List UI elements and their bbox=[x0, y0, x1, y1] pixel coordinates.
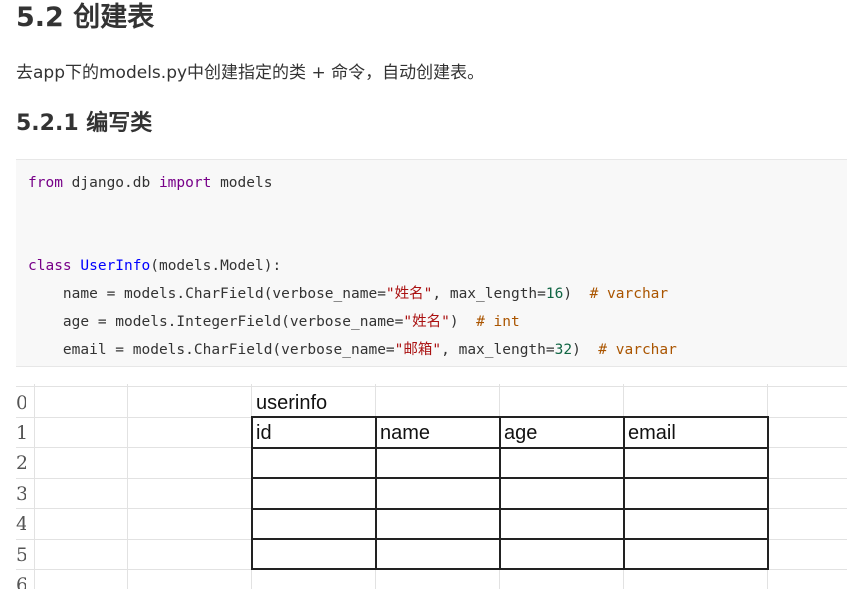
code-line-3: name = models.CharField(verbose_name="姓名… bbox=[28, 284, 668, 304]
number-literal: 32 bbox=[554, 342, 573, 358]
code-text: email = models.CharField(verbose_name= bbox=[28, 342, 395, 358]
column-header: id bbox=[256, 422, 272, 444]
subsection-heading: 5.2.1 编写类 bbox=[16, 111, 153, 136]
code-text: , max_length= bbox=[432, 286, 546, 302]
table-border bbox=[623, 416, 625, 570]
string-literal: "邮箱" bbox=[394, 342, 442, 358]
row-number: 5 bbox=[16, 544, 26, 566]
code-text: , max_length= bbox=[441, 342, 555, 358]
row-number: 4 bbox=[16, 513, 26, 535]
grid-line bbox=[34, 384, 35, 589]
code-line-4: age = models.IntegerField(verbose_name="… bbox=[28, 312, 520, 332]
code-text: name = models.CharField(verbose_name= bbox=[28, 286, 386, 302]
code-text: (models.Model): bbox=[150, 258, 282, 274]
table-title: userinfo bbox=[256, 392, 328, 414]
keyword: class bbox=[28, 258, 72, 274]
code-block: from django.db import models class UserI… bbox=[16, 159, 847, 367]
string-literal: "姓名" bbox=[403, 314, 450, 330]
row-number: 2 bbox=[16, 452, 26, 474]
grid-line bbox=[127, 384, 128, 589]
column-header: name bbox=[380, 422, 431, 444]
string-literal: "姓名" bbox=[385, 286, 433, 302]
code-text: ) bbox=[572, 342, 599, 358]
section-heading: 5.2 创建表 bbox=[16, 2, 155, 33]
column-header: age bbox=[504, 422, 538, 444]
code-line-5: email = models.CharField(verbose_name="邮… bbox=[28, 340, 677, 360]
grid-line bbox=[16, 386, 847, 387]
keyword: from bbox=[28, 175, 63, 191]
spreadsheet-image: 0 1 2 3 4 5 6 userinfo id name age email bbox=[16, 384, 847, 589]
row-number: 0 bbox=[16, 392, 26, 414]
code-text: models bbox=[211, 175, 273, 191]
code-line-1: from django.db import models bbox=[28, 173, 272, 193]
code-text: age = models.IntegerField(verbose_name= bbox=[28, 314, 404, 330]
table-border bbox=[499, 416, 501, 570]
number-literal: 16 bbox=[545, 286, 564, 302]
table-border bbox=[251, 447, 769, 449]
table-border bbox=[251, 416, 769, 418]
table-border bbox=[251, 568, 769, 570]
keyword: import bbox=[158, 175, 212, 191]
row-number: 6 bbox=[16, 574, 26, 589]
comment: # int bbox=[476, 314, 520, 330]
table-border bbox=[251, 538, 769, 540]
class-name: UserInfo bbox=[80, 258, 151, 274]
column-header: email bbox=[628, 422, 676, 444]
section-paragraph: 去app下的models.py中创建指定的类 + 命令，自动创建表。 bbox=[16, 63, 485, 83]
comment: # varchar bbox=[589, 286, 669, 302]
row-number: 3 bbox=[16, 483, 26, 505]
code-text: ) bbox=[563, 286, 590, 302]
table-border bbox=[251, 508, 769, 510]
code-text: django.db bbox=[62, 175, 159, 191]
code-line-2: class UserInfo(models.Model): bbox=[28, 256, 281, 276]
comment: # varchar bbox=[598, 342, 677, 358]
table-border bbox=[375, 416, 377, 570]
table-border bbox=[251, 416, 253, 570]
row-number: 1 bbox=[16, 422, 26, 444]
table-border bbox=[251, 477, 769, 479]
table-border bbox=[767, 416, 769, 570]
code-text: ) bbox=[449, 314, 477, 330]
